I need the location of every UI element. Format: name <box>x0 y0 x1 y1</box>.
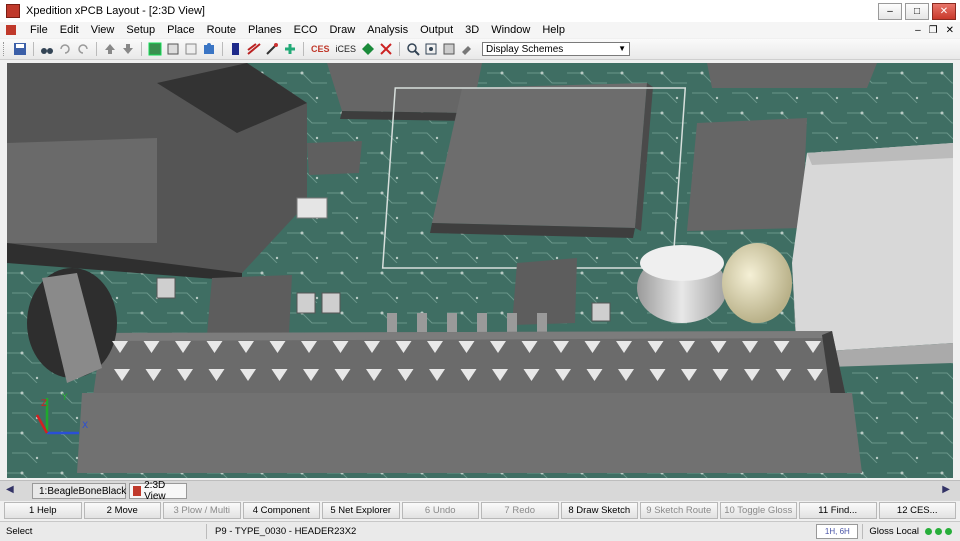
layer-icon[interactable] <box>228 41 244 57</box>
display-schemes-value: Display Schemes <box>486 43 564 55</box>
mdi-restore-button[interactable]: ❐ <box>929 25 938 36</box>
redo-icon[interactable] <box>75 41 91 57</box>
menu-output[interactable]: Output <box>414 24 459 36</box>
menu-analysis[interactable]: Analysis <box>361 24 414 36</box>
minimize-button[interactable]: – <box>878 3 902 20</box>
fkey-7-redo[interactable]: 7 Redo <box>481 502 559 519</box>
function-key-bar: 1 Help 2 Move 3 Plow / Multi 4 Component… <box>4 502 956 519</box>
diamond-icon[interactable] <box>360 41 376 57</box>
maximize-button[interactable]: □ <box>905 3 929 20</box>
menu-help[interactable]: Help <box>536 24 571 36</box>
view-icon[interactable] <box>441 41 457 57</box>
toolbar-grip[interactable] <box>3 42 7 56</box>
3d-view-canvas[interactable]: Y X Z <box>7 63 953 478</box>
menu-planes[interactable]: Planes <box>242 24 288 36</box>
menu-place[interactable]: Place <box>161 24 201 36</box>
properties-icon[interactable] <box>459 41 475 57</box>
app-icon[interactable] <box>6 4 20 18</box>
tab-scroll-right-icon[interactable]: ▶ <box>942 484 950 495</box>
chevron-down-icon: ▼ <box>618 44 627 53</box>
zoom-icon[interactable] <box>405 41 421 57</box>
binoculars-icon[interactable] <box>39 41 55 57</box>
fkey-6-undo[interactable]: 6 Undo <box>401 502 479 519</box>
pcb-3d-render: Y X Z <box>7 63 953 478</box>
mdi-minimize-button[interactable]: – <box>915 25 921 36</box>
fkey-5-net-explorer[interactable]: 5 Net Explorer <box>322 502 400 519</box>
board-icon[interactable] <box>147 41 163 57</box>
axis-y-label: Y <box>61 393 68 403</box>
push-up-icon[interactable] <box>102 41 118 57</box>
fkey-12-ces[interactable]: 12 CES... <box>878 502 956 519</box>
status-indicator-lights <box>925 528 952 535</box>
document-tab-bar: ◀ 1:BeagleBoneBlack 2:3D View ▶ <box>0 480 960 502</box>
document-icon[interactable] <box>6 25 16 35</box>
drc-icon[interactable] <box>378 41 394 57</box>
fkey-2-move[interactable]: 2 Move <box>83 502 161 519</box>
push-down-icon[interactable] <box>120 41 136 57</box>
route-icon[interactable] <box>246 41 262 57</box>
autoroute-icon[interactable] <box>282 41 298 57</box>
fkey-9-sketch-route[interactable]: 9 Sketch Route <box>640 502 718 519</box>
component-icon[interactable] <box>165 41 181 57</box>
undo-icon[interactable] <box>57 41 73 57</box>
mdi-close-button[interactable]: ✕ <box>946 25 954 36</box>
tab-beagleboneblack[interactable]: 1:BeagleBoneBlack <box>32 483 126 499</box>
menu-window[interactable]: Window <box>485 24 536 36</box>
tab-label: 2:3D View <box>144 480 166 502</box>
menu-setup[interactable]: Setup <box>120 24 161 36</box>
tab-scroll-left-icon[interactable]: ◀ <box>6 484 14 495</box>
move-icon[interactable] <box>183 41 199 57</box>
main-toolbar: CES iCES Display Schemes ▼ <box>0 39 960 60</box>
plow-icon[interactable] <box>264 41 280 57</box>
fkey-3-plow[interactable]: 3 Plow / Multi <box>163 502 241 519</box>
status-light-icon <box>925 528 932 535</box>
ces-button[interactable]: CES <box>311 44 330 54</box>
tab-label: 1:BeagleBoneBlack <box>39 485 127 497</box>
menu-eco[interactable]: ECO <box>288 24 324 36</box>
title-bar: Xpedition xPCB Layout - [2:3D View] – □ … <box>0 0 960 22</box>
status-light-icon <box>945 528 952 535</box>
axis-z-label: Z <box>41 399 47 409</box>
save-icon[interactable] <box>12 41 28 57</box>
fkey-11-find[interactable]: 11 Find... <box>799 502 877 519</box>
menu-file[interactable]: File <box>24 24 54 36</box>
fkey-1-help[interactable]: 1 Help <box>4 502 82 519</box>
puzzle-icon[interactable] <box>201 41 217 57</box>
fkey-4-component[interactable]: 4 Component <box>242 502 320 519</box>
design-icon <box>133 486 142 496</box>
axis-x-label: X <box>82 421 88 431</box>
display-schemes-select[interactable]: Display Schemes ▼ <box>482 42 631 56</box>
tab-3d-view[interactable]: 2:3D View <box>129 480 187 502</box>
menu-view[interactable]: View <box>85 24 121 36</box>
fkey-8-draw-sketch[interactable]: 8 Draw Sketch <box>560 502 638 519</box>
menu-bar: File Edit View Setup Place Route Planes … <box>0 22 960 38</box>
close-button[interactable]: ✕ <box>932 3 956 20</box>
status-light-icon <box>935 528 942 535</box>
status-coords: 1H, 6H <box>816 524 859 539</box>
menu-3d[interactable]: 3D <box>459 24 485 36</box>
status-message: P9 - TYPE_0030 - HEADER23X2 <box>215 526 357 537</box>
fkey-10-toggle-gloss[interactable]: 10 Toggle Gloss <box>719 502 797 519</box>
ices-button[interactable]: iCES <box>336 44 357 54</box>
menu-route[interactable]: Route <box>201 24 242 36</box>
menu-draw[interactable]: Draw <box>323 24 361 36</box>
status-bar: Select P9 - TYPE_0030 - HEADER23X2 1H, 6… <box>0 521 960 541</box>
status-mode: Select <box>0 524 207 539</box>
zoom-fit-icon[interactable] <box>423 41 439 57</box>
menu-edit[interactable]: Edit <box>54 24 85 36</box>
window-title: Xpedition xPCB Layout - [2:3D View] <box>26 5 205 17</box>
status-gloss[interactable]: Gloss Local <box>862 524 925 539</box>
